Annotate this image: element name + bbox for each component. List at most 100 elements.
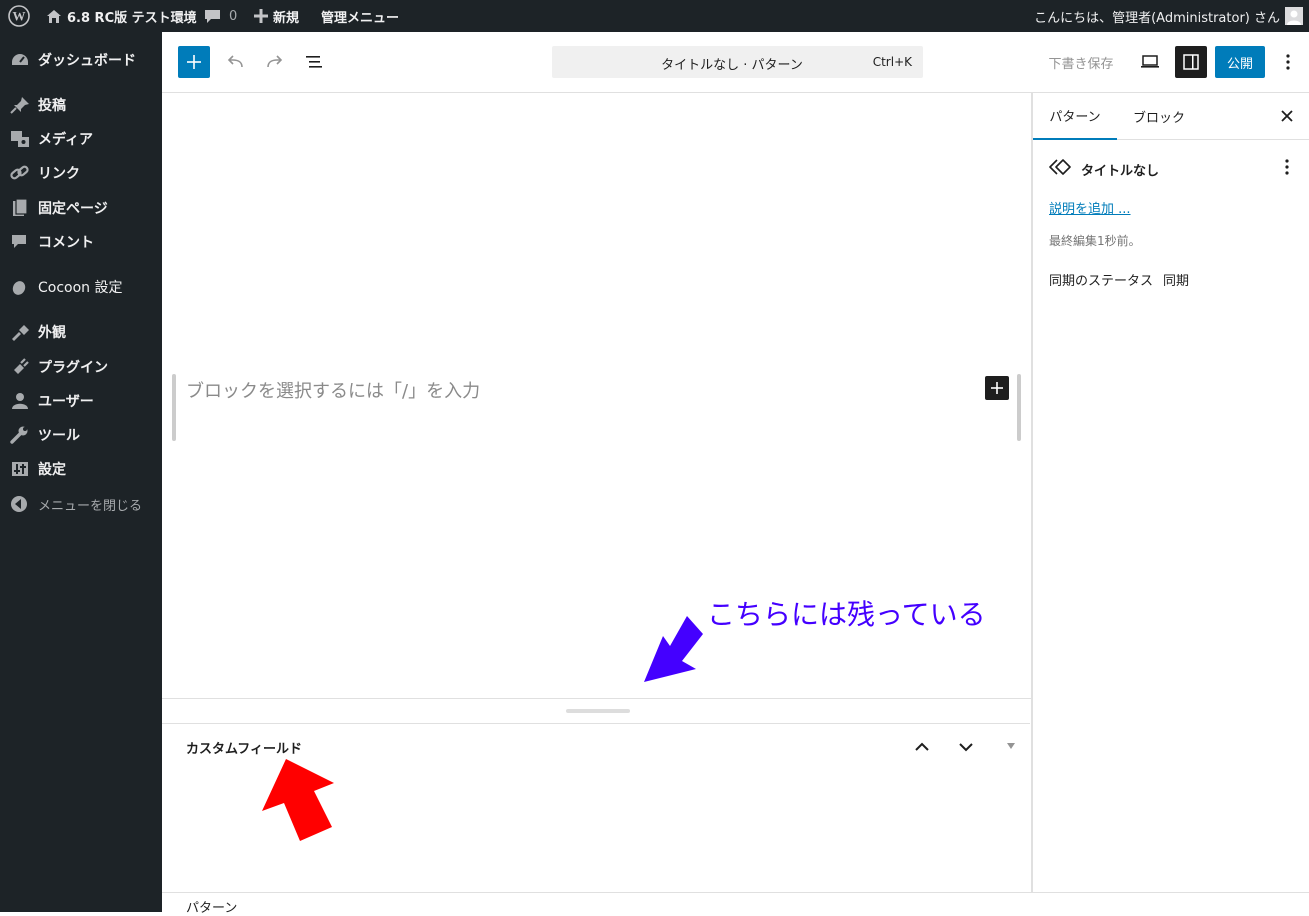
chevron-up-icon [915,742,929,751]
menu-label: メニューを閉じる [38,498,143,514]
right-resize-handle[interactable] [1017,374,1021,441]
undo-icon [227,55,243,68]
plus-icon [254,9,268,23]
comment-bubble-icon [205,9,220,23]
save-draft-label: 下書き保存 [1048,56,1114,72]
save-draft-button[interactable]: 下書き保存 [1042,46,1120,78]
settings-sidebar-toggle[interactable] [1175,46,1207,78]
menu-item-media[interactable]: メディア [0,122,162,156]
menu-item-posts[interactable]: 投稿 [0,88,162,122]
document-title: タイトルなし · パターン [661,58,803,73]
site-name-link[interactable]: 6.8 RC版 テスト環境 [46,0,197,32]
move-up-button[interactable] [910,735,934,759]
cocoon-icon [12,281,26,295]
meta-boxes-area: カスタムフィールド [162,698,1032,892]
shortcut-hint: Ctrl+K [872,55,912,69]
symbol-icon [1049,159,1071,175]
media-icon [11,131,29,147]
tab-pattern[interactable]: パターン [1033,93,1117,140]
comment-count: 0 [229,8,238,24]
menu-item-settings[interactable]: 設定 [0,452,162,486]
menu-item-comments[interactable]: コメント [0,225,162,259]
menu-item-dashboard[interactable]: ダッシュボード [0,43,162,77]
left-resize-handle[interactable] [172,374,176,441]
more-vertical-icon [1286,54,1290,70]
menu-label: 外観 [38,325,66,341]
admin-sidebar: ダッシュボード 投稿 メディア リンク 固定ページ コメント Cocoon 設定… [0,32,162,912]
plus-icon [991,382,1003,394]
command-palette-bar[interactable]: タイトルなし · パターン Ctrl+K [552,46,923,78]
pattern-options-button[interactable] [1277,155,1297,179]
menu-label: コメント [38,235,94,251]
admin-menu-link[interactable]: 管理メニュー [321,0,399,32]
chevron-down-icon [959,743,973,752]
plus-icon [187,55,201,69]
breadcrumb[interactable]: パターン [186,897,237,916]
admin-bar: W 6.8 RC版 テスト環境 0 新規 管理メニュー こんにちは、管理者(Ad… [0,0,1309,32]
settings-panel: パターン ブロック タイトルなし 説明を追加 ... 最終編集1秒前。 同期のス… [1032,93,1309,892]
add-block-button[interactable] [985,376,1009,400]
wordpress-logo-button[interactable]: W [0,0,38,32]
red-annotation-arrow [262,759,334,841]
user-icon [12,393,28,409]
tab-block[interactable]: ブロック [1117,93,1201,140]
menu-label: メディア [38,132,94,148]
menu-label: ツール [38,428,80,444]
plugin-icon [13,358,29,375]
dashboard-icon [12,54,28,65]
list-view-icon [306,56,322,68]
home-icon [47,9,61,23]
collapse-menu-button[interactable]: メニューを閉じる [0,487,162,521]
new-label: 新規 [273,10,300,26]
menu-label: プラグイン [38,360,108,376]
add-description-link[interactable]: 説明を追加 ... [1049,198,1131,217]
menu-label: 設定 [38,462,66,478]
desktop-icon [1141,55,1159,68]
close-panel-button[interactable] [1275,104,1299,128]
document-overview-button[interactable] [298,46,330,78]
menu-item-tools[interactable]: ツール [0,418,162,452]
menu-label: 投稿 [38,98,66,114]
menu-item-plugins[interactable]: プラグイン [0,350,162,384]
annotation-text: こちらには残っている [707,598,986,631]
tab-label: パターン [1049,110,1101,125]
block-placeholder[interactable]: ブロックを選択するには「/」を入力 [186,377,480,403]
meta-resize-handle[interactable] [566,709,630,713]
options-menu-button[interactable] [1274,46,1302,78]
sidebar-icon [1183,54,1199,70]
publish-label: 公開 [1226,56,1253,72]
menu-item-users[interactable]: ユーザー [0,384,162,418]
sync-status-label: 同期のステータス [1049,274,1154,289]
last-edited-text: 最終編集1秒前。 [1049,234,1141,248]
comments-link[interactable]: 0 [204,0,237,32]
account-menu[interactable]: こんにちは、管理者(Administrator) さん [1034,0,1303,32]
publish-button[interactable]: 公開 [1215,46,1265,78]
comment-icon [12,235,26,248]
menu-item-cocoon[interactable]: Cocoon 設定 [0,270,162,304]
menu-item-links[interactable]: リンク [0,156,162,190]
menu-item-appearance[interactable]: 外観 [0,315,162,349]
menu-label: 固定ページ [38,201,108,217]
wordpress-logo-icon: W [8,5,30,27]
editor-canvas[interactable]: ブロックを選択するには「/」を入力 こちらには残っている [162,93,1032,698]
wrench-icon [10,426,28,444]
undo-button[interactable] [220,46,252,78]
appearance-icon [12,325,29,341]
tab-label: ブロック [1132,111,1185,126]
preview-button[interactable] [1134,46,1166,78]
redo-button[interactable] [258,46,290,78]
menu-item-pages[interactable]: 固定ページ [0,191,162,225]
menu-label: ユーザー [38,394,94,410]
menu-label: ダッシュボード [38,53,136,69]
sync-status-value: 同期 [1163,274,1190,289]
new-content-link[interactable]: 新規 [254,0,299,32]
toggle-panel-button[interactable] [1004,739,1018,753]
avatar-icon [1285,7,1303,25]
block-inserter-button[interactable] [178,46,210,78]
move-down-button[interactable] [954,735,978,759]
pattern-title: タイトルなし [1081,164,1160,179]
menu-label: リンク [38,166,80,182]
page-icon [13,199,28,216]
menu-label: Cocoon 設定 [38,280,123,296]
editor-footer: パターン [162,892,1309,916]
